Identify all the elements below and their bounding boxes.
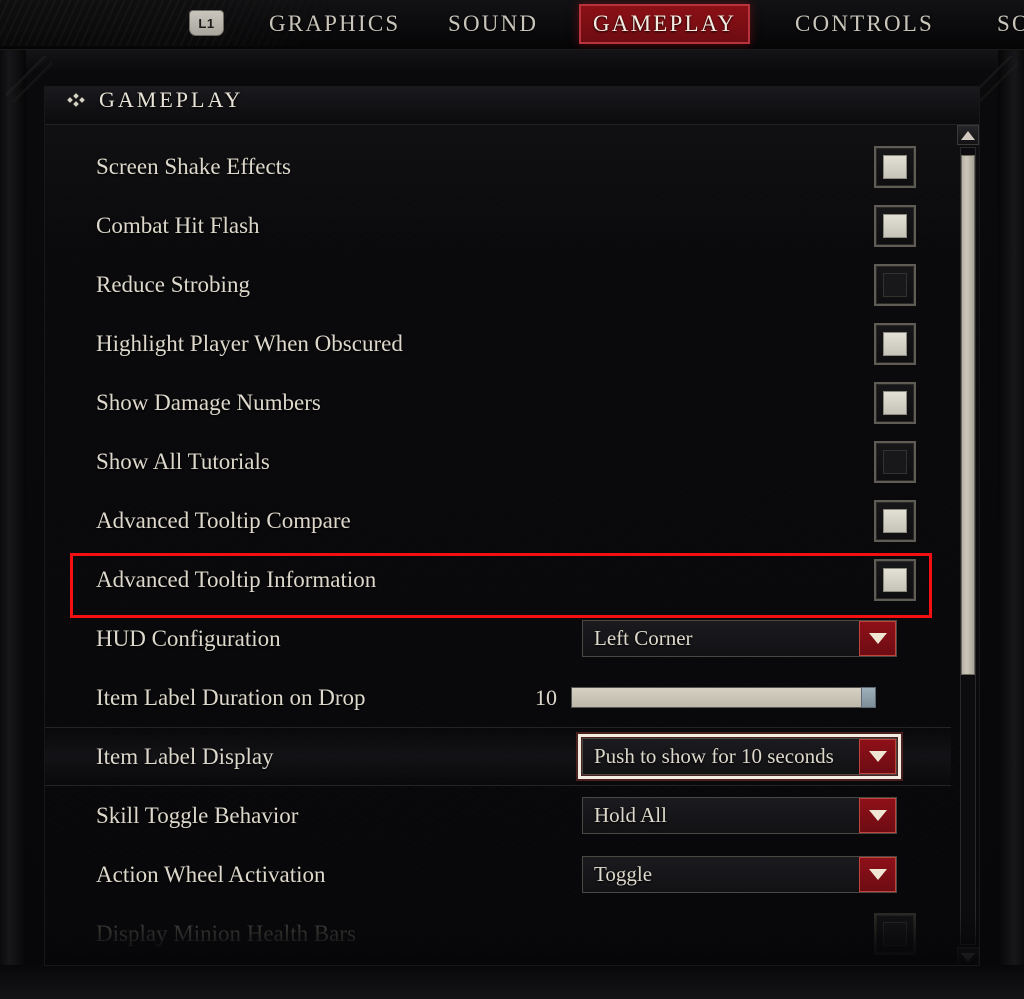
setting-label: Skill Toggle Behavior xyxy=(96,802,299,828)
frame-left-edge xyxy=(0,50,26,999)
frame-bottom-edge xyxy=(0,965,1024,999)
checkbox-combat-hit-flash[interactable] xyxy=(874,204,916,247)
checkbox-screen-shake-effects[interactable] xyxy=(874,145,916,188)
setting-row-hud-configuration[interactable]: HUD Configuration Left Corner xyxy=(45,609,951,668)
setting-label: Action Wheel Activation xyxy=(96,861,326,887)
setting-label: Display Minion Health Bars xyxy=(96,920,356,946)
dropdown-hud-configuration[interactable]: Left Corner xyxy=(582,620,897,657)
setting-label: Reduce Strobing xyxy=(96,271,250,297)
checkbox-reduce-strobing[interactable] xyxy=(874,263,916,306)
dropdown-item-label-display[interactable]: Push to show for 10 seconds xyxy=(578,734,901,779)
setting-row-combat-hit-flash[interactable]: Combat Hit Flash xyxy=(45,196,951,255)
setting-label: Advanced Tooltip Information xyxy=(96,566,377,592)
slider-track[interactable] xyxy=(571,687,876,708)
setting-row-screen-shake-effects[interactable]: Screen Shake Effects xyxy=(45,137,951,196)
settings-list: Screen Shake Effects Combat Hit Flash Re… xyxy=(45,125,979,965)
settings-scrollbar[interactable] xyxy=(957,125,979,965)
tab-controls[interactable]: CONTROLS xyxy=(783,4,946,44)
tab-gameplay[interactable]: GAMEPLAY xyxy=(579,4,751,44)
scroll-up-arrow-icon[interactable] xyxy=(957,125,979,145)
checkbox-display-minion-health-bars[interactable] xyxy=(874,912,916,955)
section-title: GAMEPLAY xyxy=(99,87,244,112)
dropdown-value: Push to show for 10 seconds xyxy=(594,744,834,768)
gameplay-settings-panel: GAMEPLAY Screen Shake Effects Combat Hit… xyxy=(44,86,980,966)
checkbox-advanced-tooltip-information[interactable] xyxy=(874,558,916,601)
slider-handle[interactable] xyxy=(860,687,876,708)
setting-label: Show All Tutorials xyxy=(96,448,270,474)
setting-label: Highlight Player When Obscured xyxy=(96,330,403,356)
tab-graphics[interactable]: GRAPHICS xyxy=(257,4,412,44)
setting-row-highlight-player-when-obscured[interactable]: Highlight Player When Obscured xyxy=(45,314,951,373)
tab-sound[interactable]: SOUND xyxy=(436,4,550,44)
setting-row-show-damage-numbers[interactable]: Show Damage Numbers xyxy=(45,373,951,432)
frame-top-edge xyxy=(0,50,1024,72)
chevron-down-icon[interactable] xyxy=(859,798,896,833)
chevron-down-icon[interactable] xyxy=(859,739,896,774)
setting-row-action-wheel-activation[interactable]: Action Wheel Activation Toggle xyxy=(45,845,951,904)
dropdown-value: Hold All xyxy=(594,803,667,827)
setting-label: Item Label Display xyxy=(96,743,274,769)
window-frame: GAMEPLAY Screen Shake Effects Combat Hit… xyxy=(0,50,1024,999)
scrollbar-thumb[interactable] xyxy=(961,155,975,675)
checkbox-show-all-tutorials[interactable] xyxy=(874,440,916,483)
setting-row-skill-toggle-behavior[interactable]: Skill Toggle Behavior Hold All xyxy=(45,786,951,845)
dropdown-value: Left Corner xyxy=(594,626,693,650)
chevron-down-icon[interactable] xyxy=(859,857,896,892)
section-header: GAMEPLAY xyxy=(45,87,979,125)
setting-label: Show Damage Numbers xyxy=(96,389,321,415)
slider-value: 10 xyxy=(535,684,557,710)
dropdown-skill-toggle-behavior[interactable]: Hold All xyxy=(582,797,897,834)
chevron-down-icon[interactable] xyxy=(859,621,896,656)
tab-social[interactable]: SO xyxy=(985,4,1024,44)
setting-row-display-minion-health-bars[interactable]: Display Minion Health Bars xyxy=(45,904,951,963)
game-settings-screen: L1 GRAPHICS SOUND GAMEPLAY CONTROLS SO G… xyxy=(0,0,1024,999)
setting-label: HUD Configuration xyxy=(96,625,281,651)
dropdown-value: Toggle xyxy=(594,862,653,886)
setting-row-reduce-strobing[interactable]: Reduce Strobing xyxy=(45,255,951,314)
diamond-ornament-icon xyxy=(67,93,86,107)
slider-item-label-duration[interactable]: 10 xyxy=(525,685,876,711)
dropdown-action-wheel-activation[interactable]: Toggle xyxy=(582,856,897,893)
frame-right-edge xyxy=(998,50,1024,999)
setting-label: Screen Shake Effects xyxy=(96,153,291,179)
setting-row-advanced-tooltip-compare[interactable]: Advanced Tooltip Compare xyxy=(45,491,951,550)
setting-row-item-label-display[interactable]: Item Label Display Push to show for 10 s… xyxy=(45,727,951,786)
setting-label: Advanced Tooltip Compare xyxy=(96,507,351,533)
checkbox-show-damage-numbers[interactable] xyxy=(874,381,916,424)
checkbox-highlight-player-when-obscured[interactable] xyxy=(874,322,916,365)
scroll-down-arrow-icon[interactable] xyxy=(957,947,979,965)
setting-row-item-label-duration-on-drop[interactable]: Item Label Duration on Drop 10 xyxy=(45,668,951,727)
setting-row-advanced-tooltip-information[interactable]: Advanced Tooltip Information xyxy=(45,550,951,609)
slider-fill xyxy=(572,688,863,707)
l1-shoulder-button-icon[interactable]: L1 xyxy=(189,10,224,36)
setting-row-show-all-tutorials[interactable]: Show All Tutorials xyxy=(45,432,951,491)
setting-label: Item Label Duration on Drop xyxy=(96,684,366,710)
setting-label: Combat Hit Flash xyxy=(96,212,260,238)
settings-tab-bar: L1 GRAPHICS SOUND GAMEPLAY CONTROLS SO xyxy=(0,0,1024,50)
checkbox-advanced-tooltip-compare[interactable] xyxy=(874,499,916,542)
